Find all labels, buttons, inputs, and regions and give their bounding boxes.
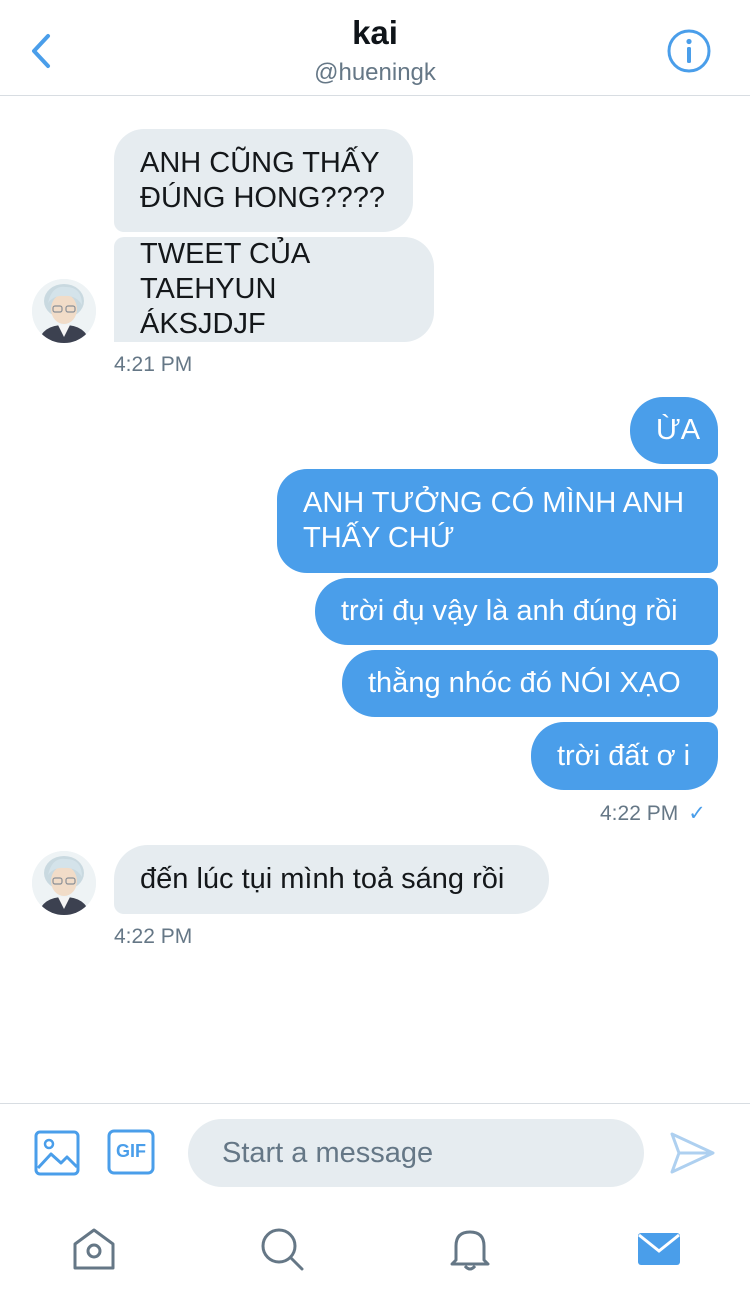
message-text: TWEET CỦA TAEHYUN ÁKSJDJF <box>140 238 311 340</box>
avatar[interactable] <box>32 851 96 915</box>
gif-button[interactable]: GIF <box>107 1129 155 1175</box>
home-icon[interactable] <box>71 1226 117 1272</box>
avatar-image <box>32 279 96 343</box>
message-timestamp: 4:21 PM <box>114 353 193 376</box>
avatar[interactable] <box>32 279 96 343</box>
send-icon[interactable] <box>668 1130 716 1176</box>
outgoing-message[interactable]: trời đụ vậy là anh đúng rồi <box>315 578 718 645</box>
outgoing-message[interactable]: trời đất ơ i <box>531 722 718 790</box>
outgoing-message[interactable]: thằng nhóc đó NÓI XẠO <box>342 650 718 717</box>
incoming-message[interactable]: ANH CŨNG THẤY ĐÚNG HONG???? <box>114 129 413 232</box>
message-timestamp: 4:22 PM ✓ <box>600 801 706 826</box>
message-text: trời đất ơ i <box>557 739 691 772</box>
conversation-name: kai <box>352 14 398 51</box>
timestamp-text: 4:22 PM <box>600 802 679 825</box>
avatar-image <box>32 851 96 915</box>
incoming-message[interactable]: đến lúc tụi mình toả sáng rồi <box>114 845 549 914</box>
conversation-handle: @hueningk <box>314 59 436 86</box>
gif-label: GIF <box>116 1141 146 1161</box>
incoming-message[interactable]: TWEET CỦA TAEHYUN ÁKSJDJF <box>114 237 434 342</box>
message-input[interactable] <box>188 1119 644 1187</box>
mail-icon[interactable] <box>636 1226 682 1272</box>
message-timestamp: 4:22 PM <box>114 925 193 948</box>
info-icon[interactable] <box>666 28 712 74</box>
outgoing-message[interactable]: ANH TƯỞNG CÓ MÌNH ANH THẤY CHỨ <box>277 469 718 573</box>
message-text: ANH TƯỞNG CÓ MÌNH ANH THẤY CHỨ <box>303 487 685 554</box>
message-text: trời đụ vậy là anh đúng rồi <box>341 595 678 627</box>
message-text: ANH CŨNG THẤY ĐÚNG HONG???? <box>140 146 385 214</box>
sent-check-icon: ✓ <box>688 802 706 825</box>
message-text: đến lúc tụi mình toả sáng rồi <box>140 863 505 895</box>
image-icon[interactable] <box>34 1130 80 1176</box>
bell-icon[interactable] <box>447 1226 493 1272</box>
outgoing-message[interactable]: ỪA <box>630 397 718 464</box>
message-text: ỪA <box>656 414 701 446</box>
message-text: thằng nhóc đó NÓI XẠO <box>368 667 681 699</box>
conversation-header: kai @hueningk <box>0 0 750 96</box>
search-icon[interactable] <box>259 1226 305 1272</box>
